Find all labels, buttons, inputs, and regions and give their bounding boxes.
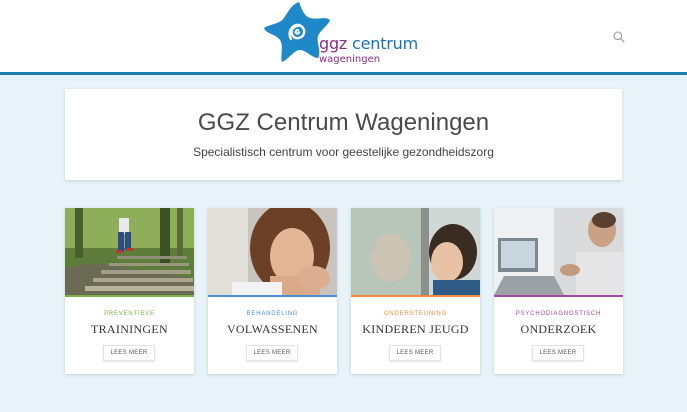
read-more-button[interactable]: LEES MEER (389, 345, 441, 361)
logo-wordmark: ggz centrum (319, 36, 418, 52)
logo-word-ggz: ggz (319, 34, 348, 53)
card-image-woman[interactable] (208, 208, 337, 295)
card-title: KINDEREN JEUGD (362, 322, 469, 336)
card-accent-line (208, 295, 337, 297)
read-more-button[interactable]: LEES MEER (103, 345, 155, 361)
search-icon[interactable] (612, 30, 626, 44)
stairs-photo (65, 208, 194, 295)
card-accent-line (351, 295, 480, 297)
read-more-button[interactable]: LEES MEER (532, 345, 584, 361)
card-trainingen[interactable]: PREVENTIEVE TRAININGEN LEES MEER (65, 208, 194, 374)
logo-subtitle: wageningen (319, 54, 381, 65)
card-category: PSYCHODIAGNOSTISCH (515, 311, 602, 317)
card-category: BEHANDELING (246, 311, 299, 317)
site-header: ggz centrum wageningen (0, 0, 687, 73)
card-title: ONDERZOEK (520, 322, 597, 336)
card-kinderen-jeugd[interactable]: ONDERSTEUNING KINDEREN JEUGD LEES MEER (351, 208, 480, 374)
card-category: ONDERSTEUNING (383, 311, 448, 317)
card-title: TRAININGEN (91, 322, 168, 336)
hero-panel: GGZ Centrum Wageningen Specialistisch ce… (65, 89, 622, 180)
card-accent-line (65, 295, 194, 297)
site-logo[interactable]: ggz centrum wageningen (262, 0, 422, 70)
page-title: GGZ Centrum Wageningen (197, 109, 490, 136)
card-image-child[interactable] (351, 208, 480, 295)
card-image-stairs[interactable] (65, 208, 194, 295)
logo-word-centrum: centrum (352, 34, 418, 53)
card-title: VOLWASSENEN (226, 322, 319, 336)
card-volwassenen[interactable]: BEHANDELING VOLWASSENEN LEES MEER (208, 208, 337, 374)
woman-photo (208, 208, 337, 295)
card-accent-line (494, 295, 623, 297)
card-category: PREVENTIEVE (104, 311, 155, 317)
laptop-man-photo (494, 208, 623, 295)
card-image-laptop[interactable] (494, 208, 623, 295)
page-subtitle: Specialistisch centrum voor geestelijke … (193, 145, 494, 159)
child-window-photo (351, 208, 480, 295)
header-divider (0, 72, 687, 75)
read-more-button[interactable]: LEES MEER (246, 345, 298, 361)
card-onderzoek[interactable]: PSYCHODIAGNOSTISCH ONDERZOEK LEES MEER (494, 208, 623, 374)
